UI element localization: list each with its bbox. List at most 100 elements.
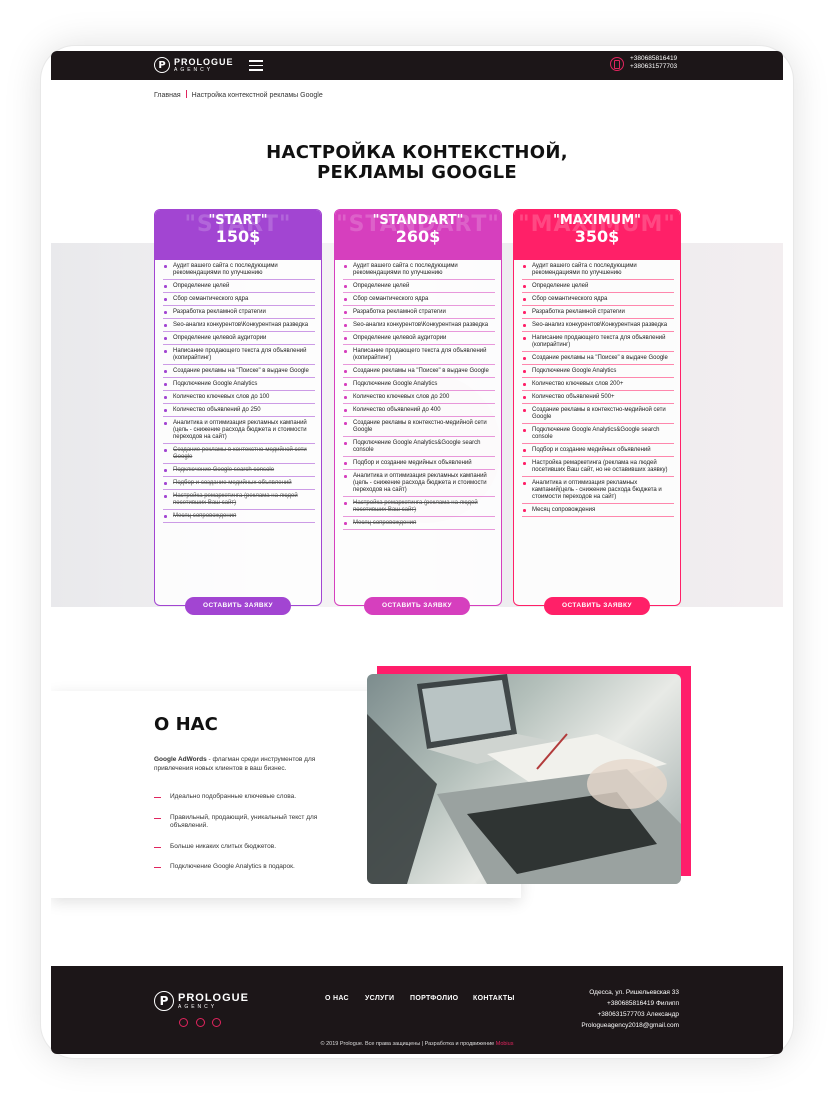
plan-feature: Количество объявлений 500+ <box>522 391 674 404</box>
breadcrumb: Главная Настройка контекстной рекламы Goo… <box>154 90 323 99</box>
plan-feature: Подключение Google Analytics&Google sear… <box>343 437 495 457</box>
footer-logo[interactable]: P PROLOGUE AGENCY <box>154 991 249 1011</box>
plan-feature: Сбор семантического ядра <box>343 293 495 306</box>
plan-feature: Определение целей <box>163 280 315 293</box>
plan-feature: Создание рекламы в контекстно-медийной с… <box>163 444 315 464</box>
plan-feature: Сбор семантического ядра <box>163 293 315 306</box>
logo-main-text: PROLOGUE <box>174 57 234 67</box>
developer-link[interactable]: Mobius <box>496 1041 514 1047</box>
footer-logo-mark: P <box>154 991 174 1011</box>
plan-feature: Создание рекламы на "Поиске" в выдаче Go… <box>522 352 674 365</box>
footer-logo-main: PROLOGUE <box>178 992 249 1004</box>
plan-price: 260$ <box>395 227 441 246</box>
footer-address: Одесса, ул. Ришельевская 33 <box>589 989 679 996</box>
logo[interactable]: P PROLOGUE AGENCY <box>154 57 234 73</box>
copyright-text: © 2019 Prologue. Все права защищены | Ра… <box>320 1041 496 1047</box>
plan-feature: Настройка ремаркетинга (реклама на людей… <box>343 497 495 517</box>
pricing-card-header: "MAXIMUM" "MAXIMUM" 350$ <box>514 210 680 260</box>
header: P PROLOGUE AGENCY +380685816419 +3806315… <box>51 51 783 80</box>
plan-feature: Подключение Google search console <box>163 464 315 477</box>
plan-feature: Настройка ремаркетинга (реклама на людей… <box>163 490 315 510</box>
footer-nav-about[interactable]: О НАС <box>325 995 349 1002</box>
plan-feature: Подключение Google Analytics <box>522 365 674 378</box>
footer-nav-services[interactable]: УСЛУГИ <box>365 995 394 1002</box>
plan-feature: Подключение Google Analytics&Google sear… <box>522 424 674 444</box>
pricing-card-header: "START" "START" 150$ <box>155 210 321 260</box>
plan-feature: Seo-анализ конкурентов\Конкурентная разв… <box>163 319 315 332</box>
plan-feature: Количество ключевых слов до 200 <box>343 391 495 404</box>
laptop-illustration <box>367 674 681 884</box>
page-title-line-2: РЕКЛАМЫ GOOGLE <box>316 162 518 183</box>
phone-icon <box>610 57 624 71</box>
page: P PROLOGUE AGENCY +380685816419 +3806315… <box>51 51 783 1054</box>
plan-feature: Количество объявлений до 400 <box>343 404 495 417</box>
plan-feature: Аналитика и оптимизация рекламных кампан… <box>343 470 495 497</box>
page-title: НАСТРОЙКА КОНТЕКСТНОЙ, РЕКЛАМЫ GOOGLE <box>51 143 783 183</box>
plan-feature: Количество ключевых слов до 100 <box>163 391 315 404</box>
office-photo <box>367 674 681 884</box>
pricing-card: "STANDART" "STANDART" 260$ Аудит вашего сай… <box>334 209 502 606</box>
telegram-icon[interactable] <box>179 1018 188 1027</box>
plan-name: "MAXIMUM" <box>553 213 641 228</box>
plan-feature: Создание рекламы в контекстно-медийной с… <box>343 417 495 437</box>
footer-phone-1[interactable]: +380685816419 Филипп <box>581 998 679 1009</box>
plan-feature: Настройка ремаркетинга (реклама на людей… <box>522 457 674 477</box>
plan-price: 150$ <box>215 227 261 246</box>
plan-feature: Месяц сопровождения <box>163 510 315 523</box>
plan-feature: Подбор и создание медийных объявлений <box>522 444 674 457</box>
footer-contacts: Одесса, ул. Ришельевская 33 +38068581641… <box>581 987 679 1031</box>
order-button[interactable]: ОСТАВИТЬ ЗАЯВКУ <box>544 597 650 615</box>
page-title-line-1: НАСТРОЙКА КОНТЕКСТНОЙ, <box>266 142 568 163</box>
breadcrumb-current: Настройка контекстной рекламы Google <box>191 92 323 99</box>
plan-feature: Количество объявлений до 250 <box>163 404 315 417</box>
about-item: Подключение Google Analytics в подарок. <box>154 863 344 872</box>
plan-feature: Месяц сопровождения <box>343 517 495 530</box>
plan-feature: Подбор и создание медийных объявлений <box>163 477 315 490</box>
footer-logo-sub: AGENCY <box>178 1004 218 1010</box>
facebook-icon[interactable] <box>196 1018 205 1027</box>
breadcrumb-home[interactable]: Главная <box>154 92 181 99</box>
footer-nav-portfolio[interactable]: ПОРТФОЛИО <box>410 995 458 1002</box>
plan-name: "STANDART" <box>372 213 464 228</box>
plan-feature: Разработка рекламной стратегии <box>522 306 674 319</box>
plan-feature: Определение целевой аудитории <box>343 332 495 345</box>
footer-nav-contacts[interactable]: КОНТАКТЫ <box>473 995 515 1002</box>
plan-feature: Аудит вашего сайта с последующими рекоме… <box>343 260 495 280</box>
pricing-card: "START" "START" 150$ Аудит вашего сайта с п… <box>154 209 322 606</box>
pricing-card: "MAXIMUM" "MAXIMUM" 350$ Аудит вашего сайта… <box>513 209 681 606</box>
plan-feature: Сбор семантического ядра <box>522 293 674 306</box>
instagram-icon[interactable] <box>212 1018 221 1027</box>
about-intro: Google AdWords - флагман среди инструмен… <box>154 756 344 773</box>
plan-name: "START" <box>208 213 268 228</box>
logo-mark: P <box>154 57 170 73</box>
plan-features: Аудит вашего сайта с последующими рекоме… <box>514 260 680 517</box>
about-title: О НАС <box>154 714 218 735</box>
plan-feature: Аудит вашего сайта с последующими рекоме… <box>163 260 315 280</box>
plan-feature: Подключение Google Analytics <box>163 378 315 391</box>
plan-feature: Seo-анализ конкурентов\Конкурентная разв… <box>522 319 674 332</box>
order-button[interactable]: ОСТАВИТЬ ЗАЯВКУ <box>364 597 470 615</box>
copyright: © 2019 Prologue. Все права защищены | Ра… <box>51 1041 783 1047</box>
plan-feature: Написание продающего текста для объявлен… <box>163 345 315 365</box>
about-item: Больше никаких слитых бюджетов. <box>154 843 344 852</box>
footer-email[interactable]: Prologueagency2018@gmail.com <box>581 1020 679 1031</box>
header-phone-2[interactable]: +380631577703 <box>630 63 677 71</box>
order-button[interactable]: ОСТАВИТЬ ЗАЯВКУ <box>185 597 291 615</box>
menu-icon[interactable] <box>249 60 263 71</box>
plan-feature: Создание рекламы в контекстно-медийной с… <box>522 404 674 424</box>
plan-feature: Аналитика и оптимизация рекламных кампан… <box>522 477 674 504</box>
header-phone-1[interactable]: +380685816419 <box>630 55 677 63</box>
plan-feature: Определение целей <box>343 280 495 293</box>
plan-feature: Разработка рекламной стратегии <box>163 306 315 319</box>
plan-price: 350$ <box>574 227 620 246</box>
plan-feature: Написание продающего текста для объявлен… <box>522 332 674 352</box>
plan-feature: Написание продающего текста для объявлен… <box>343 345 495 365</box>
plan-feature: Аудит вашего сайта с последующими рекоме… <box>522 260 674 280</box>
plan-feature: Месяц сопровождения <box>522 504 674 517</box>
header-phones: +380685816419 +380631577703 <box>630 55 677 71</box>
plan-feature: Подключение Google Analytics <box>343 378 495 391</box>
about-intro-bold: Google AdWords <box>154 756 207 763</box>
plan-feature: Аналитика и оптимизация рекламных кампан… <box>163 417 315 444</box>
footer-phone-2[interactable]: +380631577703 Александр <box>581 1009 679 1020</box>
plan-features: Аудит вашего сайта с последующими рекоме… <box>335 260 501 530</box>
